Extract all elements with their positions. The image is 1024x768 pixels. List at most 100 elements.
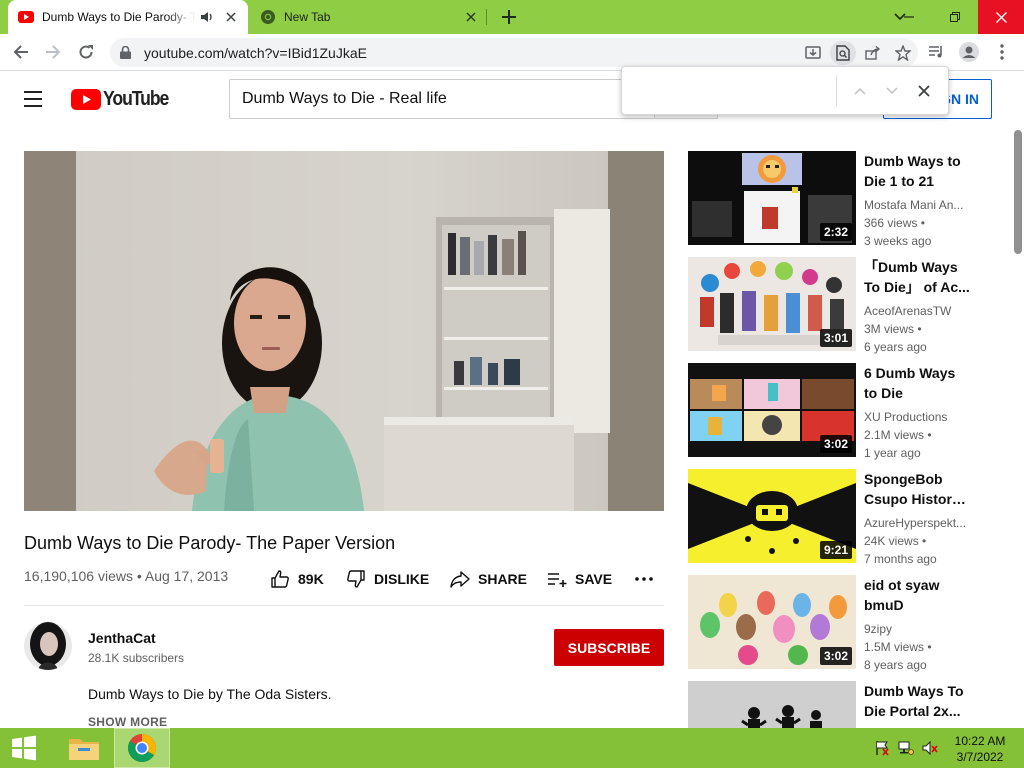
recommendation-meta: AceofArenasTW 3M views • 6 years ago xyxy=(864,302,968,356)
youtube-wordmark: YouTube xyxy=(103,87,169,110)
back-arrow-icon[interactable] xyxy=(7,38,35,66)
share-arrow-icon xyxy=(448,567,472,591)
recommendation-title[interactable]: SpongeBob Csupo History... xyxy=(864,469,970,509)
search-input[interactable]: Dumb Ways to Die - Real life xyxy=(229,79,654,119)
like-count: 89K xyxy=(298,571,324,587)
thumbs-down-icon xyxy=(344,567,368,591)
omnibox-actions xyxy=(798,38,918,67)
channel-avatar[interactable] xyxy=(24,622,72,670)
browser-tab-strip: Dumb Ways to Die Parody- The Paper Versi… xyxy=(0,0,1024,34)
recommendation-channel[interactable]: 9zipy xyxy=(864,620,968,638)
close-tab-icon[interactable] xyxy=(462,8,480,26)
recommendation-channel[interactable]: AzureHyperspekt... xyxy=(864,514,968,532)
video-player[interactable] xyxy=(24,151,664,511)
recommendation-channel[interactable]: AceofArenasTW xyxy=(864,302,968,320)
recommendation-item[interactable]: Dumb Ways To Die Portal 2x... xyxy=(688,681,988,728)
recommendation-item[interactable]: 3:01 「Dumb Ways To Die」 of Ac... AceofAr… xyxy=(688,257,988,354)
file-explorer-icon[interactable] xyxy=(56,728,112,768)
volume-muted-icon[interactable] xyxy=(922,740,938,756)
windows-taskbar: 10:22 AM 3/7/2022 xyxy=(0,728,1024,768)
forward-arrow-icon[interactable] xyxy=(39,38,67,66)
recommendation-title[interactable]: Dumb Ways To Die Portal 2x... xyxy=(864,681,970,721)
chrome-menu-icon[interactable] xyxy=(988,38,1016,66)
start-button[interactable] xyxy=(0,728,48,768)
find-divider xyxy=(836,76,837,106)
recommendation-age: 8 years ago xyxy=(864,658,927,672)
recommendation-title[interactable]: 6 Dumb Ways to Die xyxy=(864,363,970,403)
clock-time: 10:22 AM xyxy=(954,734,1006,748)
recommendation-thumbnail[interactable]: 3:02 xyxy=(688,575,856,669)
recommendation-age: 1 year ago xyxy=(864,446,921,460)
channel-name[interactable]: JenthaCat xyxy=(88,630,156,646)
action-center-flag-icon[interactable] xyxy=(874,740,890,756)
recommendation-item[interactable]: 3:02 eid ot syaw bmuD 9zipy 1.5M views •… xyxy=(688,575,988,672)
save-button[interactable]: SAVE xyxy=(545,566,612,592)
find-previous-icon[interactable] xyxy=(848,79,872,103)
recommendation-item[interactable]: 3:02 6 Dumb Ways to Die XU Productions 2… xyxy=(688,363,988,460)
recommendation-thumbnail[interactable] xyxy=(688,681,856,728)
find-input[interactable] xyxy=(630,75,834,107)
more-actions-icon[interactable] xyxy=(632,567,656,591)
video-duration: 2:32 xyxy=(819,223,852,241)
video-stats: 16,190,106 views • Aug 17, 2013 xyxy=(24,568,229,584)
screen: Dumb Ways to Die Parody- The Paper Versi… xyxy=(0,0,1024,768)
find-in-page-icon[interactable] xyxy=(830,40,856,65)
find-bar xyxy=(621,66,949,115)
show-more-button[interactable]: SHOW MORE xyxy=(88,715,167,729)
youtube-logo[interactable]: YouTube xyxy=(71,87,177,111)
recommendation-channel[interactable]: XU Productions xyxy=(864,408,968,426)
dislike-button[interactable]: DISLIKE xyxy=(344,566,429,592)
recommendation-channel[interactable]: Mostafa Mani An... xyxy=(864,196,968,214)
youtube-icon xyxy=(18,9,34,25)
recommendation-views: 24K views • xyxy=(864,534,927,548)
recommendation-title[interactable]: 「Dumb Ways To Die」 of Ac... xyxy=(864,257,970,297)
recommendation-meta: 9zipy 1.5M views • 8 years ago xyxy=(864,620,968,674)
chrome-icon xyxy=(260,9,276,25)
share-icon[interactable] xyxy=(858,38,888,67)
recommendation-age: 6 years ago xyxy=(864,340,927,354)
recommendation-thumbnail[interactable]: 3:01 xyxy=(688,257,856,351)
video-frame xyxy=(24,151,664,511)
find-next-icon[interactable] xyxy=(880,79,904,103)
recommendation-title[interactable]: Dumb Ways to Die 1 to 21 xyxy=(864,151,970,191)
recommendation-thumbnail[interactable]: 9:21 xyxy=(688,469,856,563)
hamburger-menu-icon[interactable] xyxy=(24,87,48,111)
tab-title: Dumb Ways to Die Parody- The Paper Versi… xyxy=(42,10,196,24)
bookmark-star-icon[interactable] xyxy=(888,38,918,67)
install-app-icon[interactable] xyxy=(798,38,828,67)
url-text: youtube.com/watch?v=IBid1ZuJkaE xyxy=(144,44,367,61)
recommendation-views: 366 views • xyxy=(864,216,925,230)
find-close-icon[interactable] xyxy=(912,79,936,103)
tab-youtube[interactable]: Dumb Ways to Die Parody- The Paper Versi… xyxy=(8,0,248,34)
minimize-button[interactable] xyxy=(886,0,932,34)
audio-playing-icon[interactable] xyxy=(200,10,214,24)
lock-icon[interactable] xyxy=(120,46,134,60)
tab-new-tab[interactable]: New Tab xyxy=(252,0,488,34)
recommendation-thumbnail[interactable]: 3:02 xyxy=(688,363,856,457)
subscribe-button[interactable]: SUBSCRIBE xyxy=(554,629,664,666)
restore-button[interactable] xyxy=(932,0,978,34)
system-clock[interactable]: 10:22 AM 3/7/2022 xyxy=(944,733,1016,765)
video-title: Dumb Ways to Die Parody- The Paper Versi… xyxy=(24,533,396,553)
recommendation-thumbnail[interactable]: 2:32 xyxy=(688,151,856,245)
tab-separator xyxy=(486,9,487,25)
recommendation-views: 1.5M views • xyxy=(864,640,932,654)
close-tab-icon[interactable] xyxy=(222,8,240,26)
tab-title: New Tab xyxy=(284,10,331,24)
clock-date: 3/7/2022 xyxy=(956,750,1004,764)
new-tab-button[interactable] xyxy=(497,5,521,29)
address-bar[interactable]: youtube.com/watch?v=IBid1ZuJkaE xyxy=(110,38,918,67)
recommendation-item[interactable]: 9:21 SpongeBob Csupo History... AzureHyp… xyxy=(688,469,988,566)
share-button[interactable]: SHARE xyxy=(448,566,527,592)
close-window-button[interactable] xyxy=(978,0,1024,34)
recommendation-item[interactable]: 2:32 Dumb Ways to Die 1 to 21 Mostafa Ma… xyxy=(688,151,988,248)
chrome-taskbar-icon[interactable] xyxy=(114,728,170,768)
network-icon[interactable] xyxy=(898,740,914,756)
profile-avatar-icon[interactable] xyxy=(955,38,983,66)
media-queue-icon[interactable] xyxy=(922,38,950,66)
scrollbar-thumb[interactable] xyxy=(1014,130,1022,254)
recommendation-title[interactable]: eid ot syaw bmuD xyxy=(864,575,970,615)
like-button[interactable]: 89K xyxy=(268,566,324,592)
save-label: SAVE xyxy=(575,571,613,587)
reload-icon[interactable] xyxy=(72,38,100,66)
